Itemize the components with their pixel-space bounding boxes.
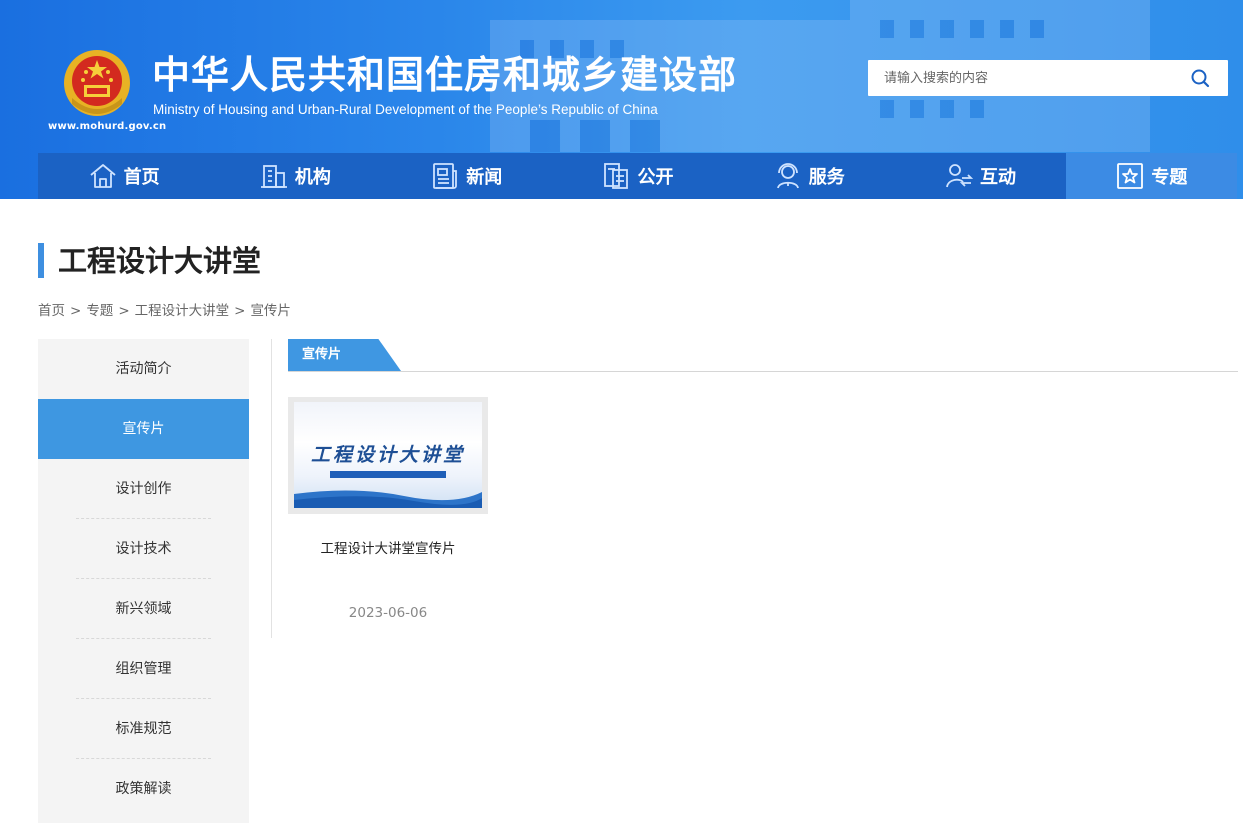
tab-promo-video[interactable]: 宣传片	[288, 339, 401, 371]
nav-label-home: 首页	[123, 167, 160, 188]
video-date: 2023-06-06	[348, 605, 428, 621]
breadcrumb-separator: >	[234, 303, 246, 319]
news-icon	[433, 163, 458, 189]
sidebar: 活动简介 宣传片 设计创作 设计技术 新兴领域 组织管理 标准规范 政策解读	[38, 339, 249, 823]
breadcrumb-separator: >	[118, 303, 130, 319]
content-divider	[271, 339, 272, 638]
nav-label-interaction: 互动	[980, 167, 1017, 188]
thumbnail-wave	[294, 490, 482, 508]
sidebar-item-organization-management[interactable]: 组织管理	[38, 639, 249, 699]
title-accent-bar	[38, 243, 44, 278]
national-emblem-logo	[64, 50, 130, 116]
site-url: www.mohurd.gov.cn	[48, 121, 167, 132]
nav-item-interaction[interactable]: 互动	[894, 153, 1065, 199]
breadcrumb-lecture[interactable]: 工程设计大讲堂	[135, 303, 230, 319]
breadcrumb-topics[interactable]: 专题	[86, 303, 113, 319]
video-card: 工程设计大讲堂 工程设计大讲堂宣传片 2023-06-06	[288, 397, 488, 621]
sidebar-item-policy-interpretation[interactable]: 政策解读	[38, 759, 249, 819]
search-input[interactable]	[868, 60, 1178, 96]
building-icon	[260, 165, 287, 188]
sidebar-item-promo-video[interactable]: 宣传片	[38, 399, 249, 459]
video-title[interactable]: 工程设计大讲堂宣传片	[288, 537, 488, 557]
nav-item-disclosure[interactable]: 公开	[552, 153, 723, 199]
thumbnail-strip	[330, 471, 446, 478]
thumbnail-image: 工程设计大讲堂	[294, 402, 482, 508]
sidebar-item-design-creation[interactable]: 设计创作	[38, 459, 249, 519]
nav-label-topics: 专题	[1151, 167, 1188, 188]
sidebar-item-intro[interactable]: 活动简介	[38, 339, 249, 399]
breadcrumb-home[interactable]: 首页	[38, 303, 65, 319]
video-thumbnail[interactable]: 工程设计大讲堂	[288, 397, 488, 514]
page-title: 工程设计大讲堂	[58, 244, 262, 278]
nav-label-news: 新闻	[466, 167, 503, 188]
nav-label-service: 服务	[808, 167, 845, 188]
main-nav: 首页 机构 新闻 公开 服务 互动 专题	[38, 153, 1237, 199]
thumbnail-title: 工程设计大讲堂	[310, 444, 465, 466]
nav-item-news[interactable]: 新闻	[381, 153, 552, 199]
breadcrumb: 首页 > 专题 > 工程设计大讲堂 > 宣传片	[38, 299, 291, 319]
search-box	[868, 60, 1228, 96]
sidebar-item-standards[interactable]: 标准规范	[38, 699, 249, 759]
breadcrumb-separator: >	[70, 303, 82, 319]
tab-underline	[288, 371, 1238, 372]
star-icon	[1117, 163, 1144, 189]
nav-item-service[interactable]: 服务	[723, 153, 894, 199]
nav-label-organization: 机构	[294, 167, 331, 188]
sidebar-item-design-technology[interactable]: 设计技术	[38, 519, 249, 579]
service-icon	[776, 163, 799, 189]
sidebar-item-emerging-fields[interactable]: 新兴领域	[38, 579, 249, 639]
nav-item-topics[interactable]: 专题	[1065, 153, 1237, 199]
interaction-icon	[946, 164, 974, 188]
documents-icon	[604, 163, 629, 189]
site-title[interactable]: 中华人民共和国住房和城乡建设部	[152, 52, 737, 98]
breadcrumb-current[interactable]: 宣传片	[250, 303, 291, 319]
site-header: www.mohurd.gov.cn 中华人民共和国住房和城乡建设部 Minist…	[0, 0, 1243, 199]
home-icon	[90, 164, 116, 188]
nav-item-organization[interactable]: 机构	[209, 153, 380, 199]
site-subtitle: Ministry of Housing and Urban-Rural Deve…	[153, 102, 658, 117]
search-icon[interactable]	[1190, 68, 1210, 88]
nav-item-home[interactable]: 首页	[38, 153, 209, 199]
nav-label-disclosure: 公开	[637, 167, 674, 188]
